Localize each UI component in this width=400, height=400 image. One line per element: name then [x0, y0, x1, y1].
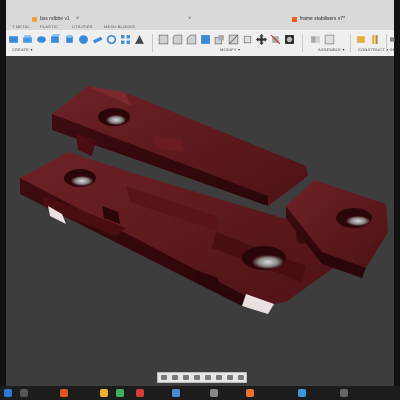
toolbar-divider	[152, 34, 153, 52]
fusion-app-window: bss ndbbe v1 × × frame stabilisers v7* T…	[0, 0, 400, 400]
taskbar-app-icon[interactable]	[246, 389, 254, 397]
modify-menu[interactable]: MODIFY ▾	[220, 47, 240, 52]
pipe-icon[interactable]	[92, 34, 103, 45]
tab-plastic[interactable]: PLASTIC	[40, 24, 58, 29]
mirror-icon[interactable]	[134, 34, 145, 45]
press-pull-icon[interactable]	[158, 34, 169, 45]
box-icon[interactable]	[50, 34, 61, 45]
cylinder-icon[interactable]	[64, 34, 75, 45]
document-tab-strip: bss ndbbe v1 × × frame stabilisers v7* T…	[6, 0, 394, 30]
toolbar-divider	[386, 34, 387, 52]
fillet-icon[interactable]	[172, 34, 183, 45]
model-render[interactable]	[6, 56, 394, 386]
inspect-menu[interactable]: IN	[390, 47, 394, 52]
chamfer-icon[interactable]	[186, 34, 197, 45]
pan-icon[interactable]	[182, 375, 189, 380]
orbit-icon[interactable]	[160, 375, 167, 380]
extrude-icon[interactable]	[22, 34, 33, 45]
grid-settings-icon[interactable]	[226, 375, 233, 380]
toolbar-divider	[302, 34, 303, 52]
bolt-hole-highlight	[346, 216, 370, 226]
measure-icon[interactable]	[390, 34, 400, 45]
start-icon[interactable]	[4, 389, 12, 397]
bolt-hole-highlight	[252, 255, 284, 269]
bolt-hole-highlight	[106, 115, 126, 125]
taskbar-app-icon[interactable]	[100, 389, 108, 397]
taskbar-app-icon[interactable]	[172, 389, 180, 397]
coil-icon[interactable]	[106, 34, 117, 45]
main-toolbar: CREATE ▾ MODIFY ▾ ASSEMBLE ▾ CONSTRUCT ▾…	[6, 30, 395, 57]
taskbar-app-icon[interactable]	[60, 389, 68, 397]
plane-at-angle-icon[interactable]	[370, 34, 381, 45]
tab-sheet-metal[interactable]: T METAL	[12, 24, 30, 29]
viewports-icon[interactable]	[237, 375, 244, 380]
taskbar-app-icon[interactable]	[340, 389, 348, 397]
close-icon[interactable]: ×	[188, 16, 192, 22]
assemble-menu[interactable]: ASSEMBLE ▾	[318, 47, 345, 52]
revolve-icon[interactable]	[36, 34, 47, 45]
shell-icon[interactable]	[200, 34, 211, 45]
as-built-joint-icon[interactable]	[324, 34, 335, 45]
tab-right-label: frame stabilisers v7*	[300, 16, 346, 22]
combine-icon[interactable]	[214, 34, 225, 45]
delete-icon[interactable]	[270, 34, 281, 45]
construct-menu[interactable]: CONSTRUCT ▾	[358, 47, 388, 52]
taskbar-app-icon[interactable]	[210, 389, 218, 397]
fit-icon[interactable]	[204, 375, 211, 380]
look-at-icon[interactable]	[171, 375, 178, 380]
taskbar-app-icon[interactable]	[20, 389, 28, 397]
zoom-icon[interactable]	[193, 375, 200, 380]
os-taskbar	[0, 386, 400, 400]
tab-utilities[interactable]: UTILITIES	[72, 24, 92, 29]
split-icon[interactable]	[228, 34, 239, 45]
taskbar-app-icon[interactable]	[116, 389, 124, 397]
joint-icon[interactable]	[310, 34, 321, 45]
toolbar-divider	[350, 34, 351, 52]
document-icon	[292, 16, 297, 22]
appearance-icon[interactable]	[284, 34, 295, 45]
right-window-edge	[394, 0, 400, 400]
navigation-bar	[157, 372, 247, 383]
tab-left-label: bss ndbbe v1	[40, 16, 70, 22]
move-icon[interactable]	[256, 34, 267, 45]
canvas-viewport[interactable]	[6, 56, 394, 386]
close-icon[interactable]: ×	[76, 16, 80, 22]
sphere-icon[interactable]	[78, 34, 89, 45]
document-icon	[32, 16, 37, 22]
create-menu[interactable]: CREATE ▾	[12, 47, 33, 52]
sketch-icon[interactable]	[8, 34, 19, 45]
taskbar-app-icon[interactable]	[136, 389, 144, 397]
tab-mesh-blocks[interactable]: MESH BLOCKS	[104, 24, 135, 29]
pattern-icon[interactable]	[120, 34, 131, 45]
bolt-hole-highlight	[71, 176, 93, 186]
offset-plane-icon[interactable]	[356, 34, 367, 45]
taskbar-app-icon[interactable]	[298, 389, 306, 397]
display-settings-icon[interactable]	[215, 375, 222, 380]
align-icon[interactable]	[242, 34, 253, 45]
